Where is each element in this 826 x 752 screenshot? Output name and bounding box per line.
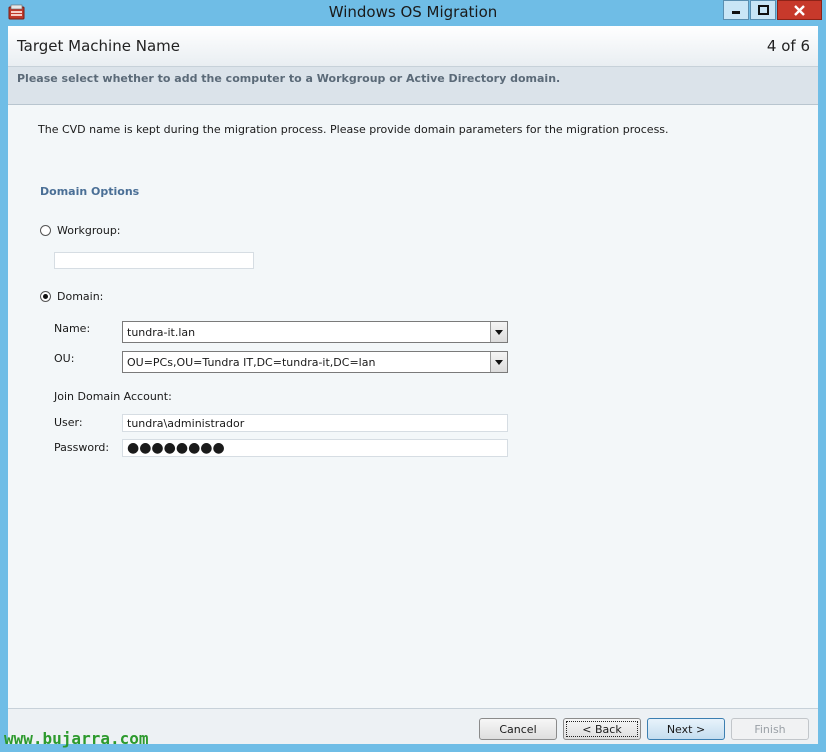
step-indicator: 4 of 6 <box>766 37 810 55</box>
domain-name-label: Name: <box>54 322 91 335</box>
domain-name-dropdown-button[interactable] <box>490 322 507 342</box>
close-icon <box>794 4 805 16</box>
wizard-header: Target Machine Name 4 of 6 <box>8 26 818 67</box>
instruction-text: Please select whether to add the compute… <box>17 72 561 85</box>
next-button[interactable]: Next > <box>647 718 725 740</box>
close-button[interactable] <box>777 0 822 20</box>
ou-dropdown-button[interactable] <box>490 352 507 372</box>
join-domain-account-label: Join Domain Account: <box>54 390 172 403</box>
migration-window: Windows OS Migration Target Machine Name… <box>0 0 826 752</box>
ou-combobox[interactable]: OU=PCs,OU=Tundra IT,DC=tundra-it,DC=lan <box>122 351 508 373</box>
title-bar[interactable]: Windows OS Migration <box>0 0 826 26</box>
back-button[interactable]: < Back <box>563 718 641 740</box>
workgroup-radio[interactable] <box>40 225 51 236</box>
workgroup-option[interactable]: Workgroup: <box>40 224 121 237</box>
password-input[interactable]: ●●●●●●●● <box>122 439 508 457</box>
wizard-client-area: Target Machine Name 4 of 6 Please select… <box>8 26 818 744</box>
wizard-content: The CVD name is kept during the migratio… <box>8 112 818 708</box>
domain-label: Domain: <box>57 290 104 303</box>
minimize-icon <box>732 11 740 14</box>
maximize-button[interactable] <box>750 0 776 20</box>
window-title: Windows OS Migration <box>328 3 498 21</box>
watermark-text: www.bujarra.com <box>4 729 149 748</box>
workgroup-label: Workgroup: <box>57 224 121 237</box>
maximize-icon <box>757 5 769 15</box>
chevron-down-icon <box>495 359 503 365</box>
description-text: The CVD name is kept during the migratio… <box>38 123 669 136</box>
chevron-down-icon <box>495 329 503 335</box>
domain-name-value: tundra-it.lan <box>127 326 196 339</box>
user-label: User: <box>54 416 83 429</box>
ou-label: OU: <box>54 352 75 365</box>
minimize-button[interactable] <box>723 0 749 20</box>
ou-value: OU=PCs,OU=Tundra IT,DC=tundra-it,DC=lan <box>127 356 376 369</box>
finish-button[interactable]: Finish <box>731 718 809 740</box>
user-input[interactable]: tundra\administrador <box>122 414 508 432</box>
workgroup-input[interactable] <box>54 252 254 269</box>
domain-radio[interactable] <box>40 291 51 302</box>
page-title: Target Machine Name <box>17 37 180 55</box>
password-label: Password: <box>54 441 110 454</box>
domain-options-heading: Domain Options <box>40 185 140 198</box>
domain-name-combobox[interactable]: tundra-it.lan <box>122 321 508 343</box>
domain-option[interactable]: Domain: <box>40 290 103 303</box>
instruction-bar: Please select whether to add the compute… <box>8 67 818 105</box>
cancel-button[interactable]: Cancel <box>479 718 557 740</box>
